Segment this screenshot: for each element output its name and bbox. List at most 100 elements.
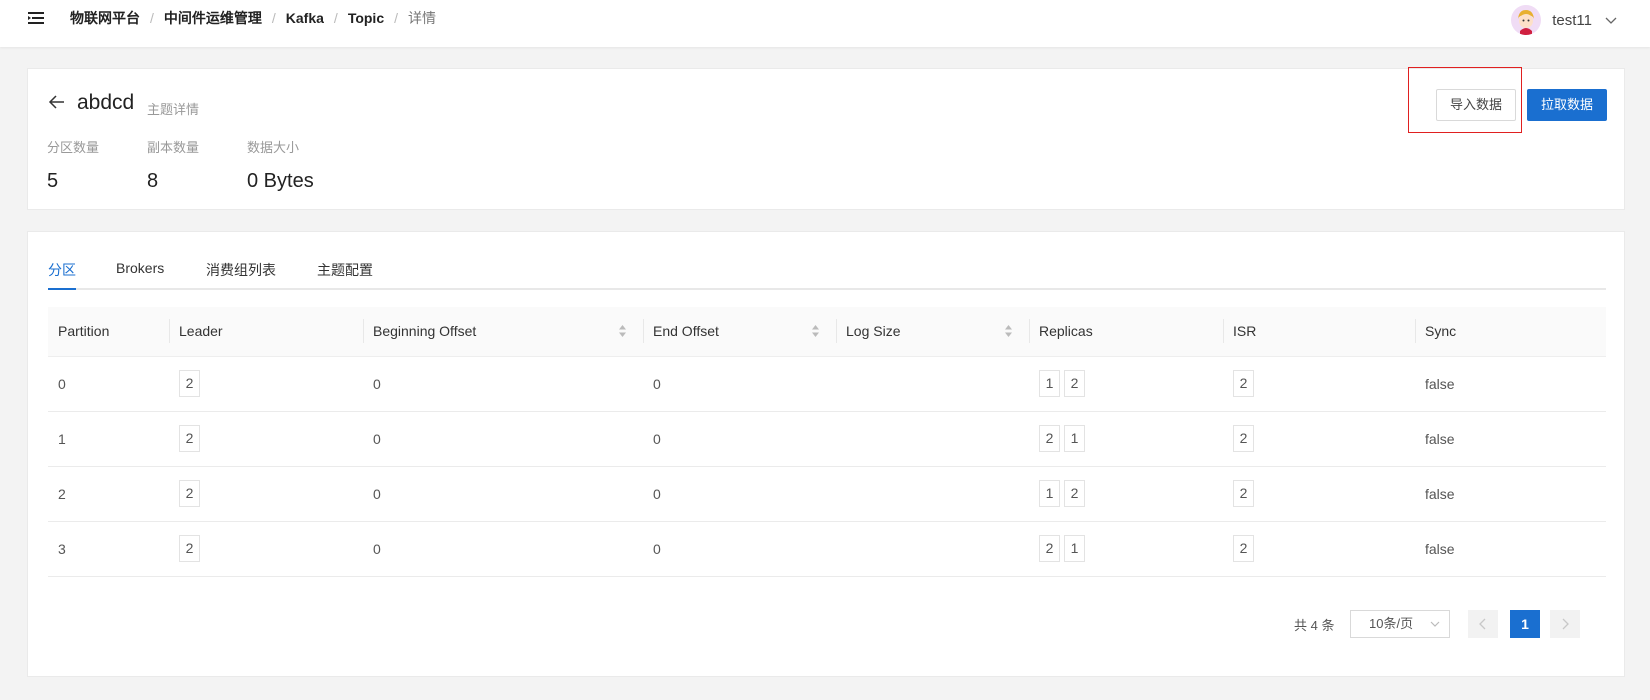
table-row: 3 2 0 0 21 2 false xyxy=(48,521,1606,577)
replica-tag: 2 xyxy=(1039,425,1060,452)
partition-table: Partition Leader Beginning Offset End Of… xyxy=(48,307,1606,577)
cell-sync: false xyxy=(1415,411,1606,467)
sort-icon[interactable] xyxy=(811,324,820,338)
column-label: ISR xyxy=(1233,323,1257,340)
chevron-left-icon xyxy=(1479,618,1486,630)
isr-tag: 2 xyxy=(1233,425,1254,452)
column-header-end-offset[interactable]: End Offset xyxy=(643,307,836,357)
chevron-down-icon[interactable] xyxy=(1604,15,1618,25)
isr-tag: 2 xyxy=(1233,480,1254,507)
replica-tag: 2 xyxy=(1064,370,1085,397)
pagination-total: 共 4 条 xyxy=(1294,618,1335,633)
cell-isr: 2 xyxy=(1223,521,1415,577)
tab-consumer-groups[interactable]: 消费组列表 xyxy=(206,260,276,288)
cell-sync: false xyxy=(1415,521,1606,577)
replica-tag: 1 xyxy=(1039,480,1060,507)
cell-replicas: 12 xyxy=(1029,356,1223,412)
user-menu[interactable]: test11 xyxy=(1511,2,1650,38)
page-size-value: 10条/页 xyxy=(1369,616,1414,631)
cell-beginning-offset: 0 xyxy=(363,356,643,412)
page-subtitle: 主题详情 xyxy=(147,102,200,117)
column-header-leader: Leader xyxy=(169,307,363,357)
username[interactable]: test11 xyxy=(1552,12,1592,29)
isr-tag: 2 xyxy=(1233,535,1254,562)
cell-end-offset: 0 xyxy=(643,356,836,412)
breadcrumb-current: 详情 xyxy=(408,10,436,26)
column-label: Log Size xyxy=(846,323,901,340)
cell-partition: 0 xyxy=(48,356,169,412)
column-header-replicas: Replicas xyxy=(1029,307,1223,357)
column-label: End Offset xyxy=(653,323,719,340)
leader-tag: 2 xyxy=(179,370,200,397)
column-label: Sync xyxy=(1425,323,1457,340)
column-header-log-size[interactable]: Log Size xyxy=(836,307,1029,357)
cell-leader: 2 xyxy=(169,466,363,522)
pagination: 共 4 条 10条/页 1 xyxy=(28,610,1626,638)
pull-data-button[interactable]: 拉取数据 xyxy=(1527,89,1607,121)
stat-replica-count: 副本数量 8 xyxy=(147,137,199,193)
cell-isr: 2 xyxy=(1223,411,1415,467)
leader-tag: 2 xyxy=(179,535,200,562)
breadcrumb-separator: / xyxy=(150,10,154,26)
cell-partition: 2 xyxy=(48,466,169,522)
cell-isr: 2 xyxy=(1223,356,1415,412)
breadcrumb-iot-platform[interactable]: 物联网平台 xyxy=(70,8,140,28)
breadcrumb-topic[interactable]: Topic xyxy=(348,10,384,26)
leader-tag: 2 xyxy=(179,480,200,507)
cell-end-offset: 0 xyxy=(643,521,836,577)
tab-topic-config[interactable]: 主题配置 xyxy=(317,260,373,288)
cell-leader: 2 xyxy=(169,411,363,467)
chevron-down-icon xyxy=(1430,621,1440,627)
stat-partition-count: 分区数量 5 xyxy=(47,137,99,193)
cell-end-offset: 0 xyxy=(643,466,836,522)
sort-icon[interactable] xyxy=(618,324,627,338)
next-page-button[interactable] xyxy=(1550,610,1580,638)
leader-tag: 2 xyxy=(179,425,200,452)
prev-page-button[interactable] xyxy=(1468,610,1498,638)
replica-tag: 1 xyxy=(1064,425,1085,452)
breadcrumb-separator: / xyxy=(271,10,276,26)
table-row: 0 2 0 0 12 2 false xyxy=(48,356,1606,412)
cell-leader: 2 xyxy=(169,356,363,412)
cell-beginning-offset: 0 xyxy=(363,521,643,577)
cell-replicas: 21 xyxy=(1029,411,1223,467)
page-size-select[interactable]: 10条/页 xyxy=(1350,610,1450,638)
chevron-right-icon xyxy=(1562,618,1569,630)
tab-brokers[interactable]: Brokers xyxy=(116,260,164,284)
import-data-button[interactable]: 导入数据 xyxy=(1436,89,1516,121)
column-label: Partition xyxy=(58,323,110,340)
menu-icon[interactable] xyxy=(26,9,46,27)
avatar[interactable] xyxy=(1511,5,1542,35)
stat-label: 分区数量 xyxy=(47,140,100,155)
tab-bar: 分区 Brokers 消费组列表 主题配置 xyxy=(48,260,1606,290)
stat-value: 0 Bytes xyxy=(247,170,314,192)
replica-tag: 1 xyxy=(1039,370,1060,397)
column-label: Replicas xyxy=(1039,323,1093,340)
tab-partitions[interactable]: 分区 xyxy=(48,260,76,290)
column-label: Beginning Offset xyxy=(373,323,477,340)
cell-sync: false xyxy=(1415,466,1606,522)
cell-beginning-offset: 0 xyxy=(363,466,643,522)
column-label: Leader xyxy=(179,323,223,340)
partition-card: 分区 Brokers 消费组列表 主题配置 Partition Leader B… xyxy=(27,231,1625,677)
page-number-current[interactable]: 1 xyxy=(1510,610,1540,638)
breadcrumb-middleware[interactable]: 中间件运维管理 xyxy=(164,8,262,28)
table-row: 1 2 0 0 21 2 false xyxy=(48,411,1606,467)
column-header-sync: Sync xyxy=(1415,307,1606,357)
back-arrow-icon[interactable] xyxy=(48,94,66,110)
breadcrumb: 物联网平台 / 中间件运维管理 / Kafka / Topic / 详情 xyxy=(70,8,436,28)
column-header-beginning-offset[interactable]: Beginning Offset xyxy=(363,307,643,357)
sort-icon[interactable] xyxy=(1004,324,1013,338)
cell-leader: 2 xyxy=(169,521,363,577)
cell-isr: 2 xyxy=(1223,466,1415,522)
cell-end-offset: 0 xyxy=(643,411,836,467)
cell-log-size xyxy=(836,356,1029,412)
cell-replicas: 21 xyxy=(1029,521,1223,577)
avatar-icon xyxy=(1511,5,1542,35)
stat-data-size: 数据大小 0 Bytes xyxy=(247,137,314,193)
isr-tag: 2 xyxy=(1233,370,1254,397)
cell-replicas: 12 xyxy=(1029,466,1223,522)
table-header-row: Partition Leader Beginning Offset End Of… xyxy=(48,307,1606,357)
breadcrumb-separator: / xyxy=(394,10,398,26)
breadcrumb-kafka[interactable]: Kafka xyxy=(286,10,324,26)
